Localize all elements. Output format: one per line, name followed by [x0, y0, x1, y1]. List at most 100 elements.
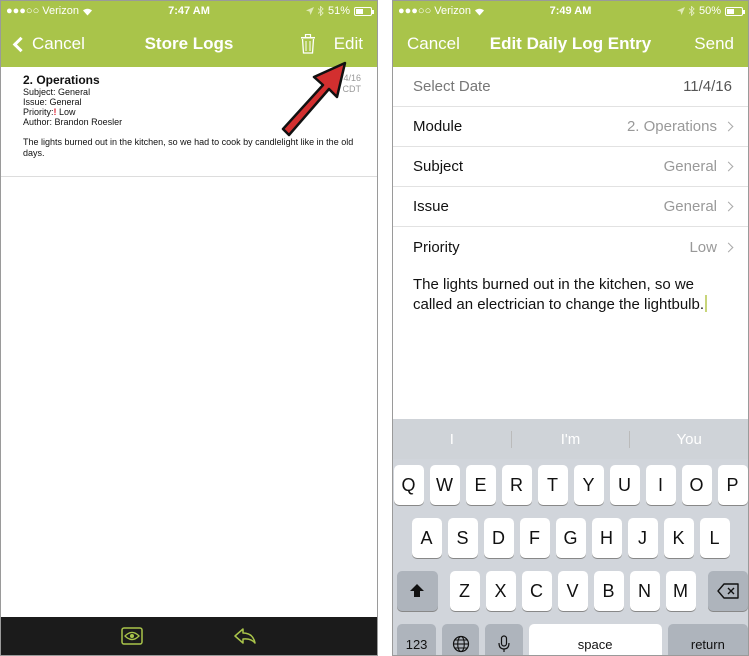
battery-percent: 50%	[698, 5, 721, 17]
key-f[interactable]: F	[519, 518, 550, 558]
row-label: Issue	[413, 198, 449, 215]
key-v[interactable]: V	[557, 571, 588, 611]
keyboard-row-3: ZXCVBNM	[393, 571, 748, 611]
row-label: Select Date	[413, 78, 491, 95]
globe-icon	[452, 635, 469, 653]
carrier-label: ●●●○○ Verizon	[398, 5, 471, 17]
battery-icon	[354, 6, 374, 16]
subject-row[interactable]: Subject General	[393, 147, 748, 187]
key-z[interactable]: Z	[449, 571, 480, 611]
key-m[interactable]: M	[665, 571, 696, 611]
log-body: The lights burned out in the kitchen, so…	[23, 137, 354, 158]
status-bar: ●●●○○ Verizon 7:47 AM 51%	[1, 1, 377, 21]
keyboard: QWERTYUIOP ASDFGHJKL ZXCVBNM 123 space r…	[393, 459, 748, 655]
key-e[interactable]: E	[465, 465, 496, 505]
key-h[interactable]: H	[591, 518, 622, 558]
key-d[interactable]: D	[483, 518, 514, 558]
suggestion[interactable]: I'm	[512, 430, 631, 448]
key-a[interactable]: A	[411, 518, 442, 558]
author-label: Author:	[23, 117, 53, 127]
key-n[interactable]: N	[629, 571, 660, 611]
key-t[interactable]: T	[537, 465, 568, 505]
key-o[interactable]: O	[681, 465, 712, 505]
cancel-button[interactable]: Cancel	[407, 34, 460, 54]
key-w[interactable]: W	[429, 465, 460, 505]
key-p[interactable]: P	[717, 465, 748, 505]
priority-row[interactable]: Priority Low	[393, 227, 748, 267]
module-row[interactable]: Module 2. Operations	[393, 107, 748, 147]
key-y[interactable]: Y	[573, 465, 604, 505]
row-value: General	[663, 158, 734, 175]
globe-key[interactable]	[442, 624, 480, 655]
wifi-icon	[82, 8, 92, 15]
navigation-bar: Cancel Edit Daily Log Entry Send	[393, 21, 748, 67]
text-cursor	[705, 295, 708, 312]
key-c[interactable]: C	[521, 571, 552, 611]
red-arrow-icon	[281, 61, 347, 137]
key-i[interactable]: I	[645, 465, 676, 505]
bluetooth-icon	[317, 6, 324, 16]
chevron-right-icon	[723, 121, 734, 132]
notes-textarea[interactable]: The lights burned out in the kitchen, so…	[393, 267, 748, 417]
keyboard-row-1: QWERTYUIOP	[393, 465, 748, 505]
issue-value: General	[663, 198, 717, 215]
key-j[interactable]: J	[627, 518, 658, 558]
key-k[interactable]: K	[663, 518, 694, 558]
status-bar: ●●●○○ Verizon 7:49 AM 50%	[393, 1, 748, 21]
row-value: 2. Operations	[626, 118, 734, 135]
suggestion[interactable]: You	[630, 431, 748, 448]
eye-icon[interactable]	[121, 627, 143, 645]
send-button[interactable]: Send	[694, 34, 734, 54]
backspace-icon	[717, 583, 739, 599]
microphone-icon	[498, 635, 510, 652]
edit-button[interactable]: Edit	[334, 34, 363, 54]
trash-icon[interactable]	[300, 34, 316, 54]
key-b[interactable]: B	[593, 571, 624, 611]
cancel-button[interactable]: Cancel	[12, 34, 85, 54]
return-key[interactable]: return	[667, 624, 748, 655]
suggestion[interactable]: I	[393, 430, 512, 448]
priority-label: Priority:	[23, 107, 54, 117]
keyboard-row-4: 123 space return	[393, 624, 748, 655]
key-q[interactable]: Q	[393, 465, 424, 505]
shift-icon	[410, 584, 425, 597]
date-value: 11/4/16	[683, 78, 732, 95]
row-label: Module	[413, 118, 463, 135]
letter-keys: ZXCVBNM	[449, 571, 696, 611]
subject-value: General	[663, 158, 717, 175]
bluetooth-icon	[688, 6, 695, 16]
key-r[interactable]: R	[501, 465, 532, 505]
location-icon	[676, 7, 685, 15]
chevron-right-icon	[723, 242, 734, 252]
row-value: General	[663, 198, 734, 215]
shift-key[interactable]	[397, 571, 438, 611]
chevron-right-icon	[723, 161, 734, 172]
bottom-toolbar	[1, 617, 377, 655]
issue-label: Issue:	[23, 97, 48, 107]
priority-value: Low	[59, 107, 76, 117]
delete-key[interactable]	[707, 571, 748, 611]
key-s[interactable]: S	[447, 518, 478, 558]
key-g[interactable]: G	[555, 518, 586, 558]
cancel-label: Cancel	[32, 34, 85, 53]
module-value: 2. Operations	[626, 118, 717, 135]
subject-label: Subject:	[23, 87, 56, 97]
space-key[interactable]: space	[528, 624, 662, 655]
select-date-row[interactable]: Select Date 11/4/16	[393, 67, 748, 107]
predictive-bar: I I'm You	[393, 419, 748, 459]
location-icon	[305, 7, 314, 15]
dictation-key[interactable]	[485, 624, 523, 655]
key-u[interactable]: U	[609, 465, 640, 505]
edit-log-screen: ●●●○○ Verizon 7:49 AM 50% Cancel Edit Da…	[392, 0, 749, 656]
key-l[interactable]: L	[699, 518, 730, 558]
numbers-key[interactable]: 123	[397, 624, 437, 655]
store-logs-screen: ●●●○○ Verizon 7:47 AM 51% Cancel Store L…	[0, 0, 378, 656]
notes-text: The lights burned out in the kitchen, so…	[413, 276, 705, 313]
reply-icon[interactable]	[233, 627, 257, 645]
keyboard-row-2: ASDFGHJKL	[393, 518, 748, 558]
key-x[interactable]: X	[485, 571, 516, 611]
issue-value: General	[49, 97, 82, 107]
row-label: Priority	[413, 238, 460, 256]
row-value: Low	[689, 239, 734, 256]
issue-row[interactable]: Issue General	[393, 187, 748, 227]
